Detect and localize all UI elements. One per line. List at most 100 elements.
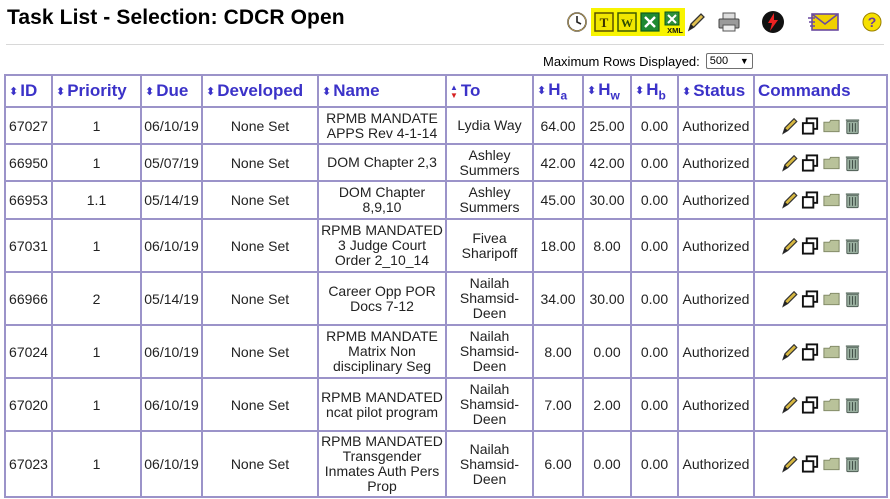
col-header-hw[interactable]: ⬍ Hw — [582, 74, 632, 108]
cell-priority: 1 — [51, 377, 142, 432]
max-rows-select[interactable]: 500 ▼ — [705, 53, 753, 69]
copy-icon[interactable] — [801, 342, 820, 362]
folder-icon[interactable] — [822, 454, 841, 474]
cell-id: 66953 — [4, 180, 53, 220]
xml-export-icon[interactable]: XML — [661, 8, 685, 36]
trash-icon[interactable] — [843, 342, 862, 362]
word-export-icon[interactable]: W — [616, 8, 638, 36]
edit-pencil-icon[interactable] — [780, 342, 799, 362]
cell-name-link[interactable]: RPMB MANDATE APPS Rev 4-1-14 — [317, 106, 447, 145]
cell-to-link-line: Ashley — [468, 184, 511, 200]
cell-to-link[interactable]: Fivea Sharipoff — [445, 218, 534, 273]
col-header-to[interactable]: ▲ ▼ To — [445, 74, 534, 108]
cell-name-link[interactable]: Career Opp POR Docs 7-12 — [317, 271, 447, 326]
cell-to-link[interactable]: Ashley Summers — [445, 180, 534, 220]
cell-ha: 6.00 — [532, 430, 584, 498]
folder-icon[interactable] — [822, 190, 841, 210]
edit-pencil-icon[interactable] — [780, 153, 799, 173]
printer-icon[interactable] — [717, 8, 741, 36]
folder-icon[interactable] — [822, 116, 841, 136]
folder-icon[interactable] — [822, 395, 841, 415]
col-header-ha[interactable]: ⬍ Ha — [532, 74, 584, 108]
excel-export-icon[interactable] — [639, 8, 661, 36]
cell-to-link[interactable]: Nailah Shamsid- Deen — [445, 271, 534, 326]
cell-name-link[interactable]: RPMB MANDATE Matrix Non disciplinary Seg — [317, 324, 447, 379]
trash-icon[interactable] — [843, 116, 862, 136]
folder-icon[interactable] — [822, 289, 841, 309]
toolbar: T W XML ? — [565, 8, 885, 36]
edit-pencil-icon[interactable] — [780, 289, 799, 309]
cell-id: 66950 — [4, 143, 53, 182]
email-icon[interactable] — [808, 8, 840, 36]
copy-icon[interactable] — [801, 116, 820, 136]
cell-name-link-line: APPS Rev 4-1-14 — [326, 124, 438, 141]
cell-name-link-line: RPMB MANDATED — [321, 388, 443, 405]
copy-icon[interactable] — [801, 395, 820, 415]
cell-name-link-line: Prop — [367, 478, 397, 494]
cell-name-link-line: 8,9,10 — [362, 199, 402, 215]
copy-icon[interactable] — [801, 236, 820, 256]
cell-name-link-line: RPMB MANDATED — [321, 222, 443, 238]
trash-icon[interactable] — [843, 236, 862, 256]
trash-icon[interactable] — [843, 190, 862, 210]
cell-developed: None Set — [201, 180, 319, 220]
col-header-priority[interactable]: ⬍ Priority — [51, 74, 142, 108]
cell-hb: 0.00 — [630, 180, 679, 220]
sort-icon: ⬍ — [206, 86, 216, 98]
trash-icon[interactable] — [843, 454, 862, 474]
emergency-icon[interactable] — [761, 8, 785, 36]
folder-icon[interactable] — [822, 153, 841, 173]
cell-due: 06/10/19 — [140, 430, 203, 498]
cell-name-link-line: Docs 7-12 — [350, 297, 414, 314]
col-header-name[interactable]: ⬍ Name — [317, 74, 447, 108]
cell-id: 67024 — [4, 324, 53, 379]
folder-icon[interactable] — [822, 342, 841, 362]
svg-text:XML: XML — [667, 26, 683, 34]
table-row: 66950 1 05/07/19 None Set DOM Chapter 2,3 Ash… — [4, 143, 888, 182]
col-header-hb[interactable]: ⬍ Hb — [630, 74, 679, 108]
col-header-id[interactable]: ⬍ ID — [4, 74, 53, 108]
col-header-developed[interactable]: ⬍ Developed — [201, 74, 319, 108]
clock-icon[interactable] — [565, 8, 589, 36]
help-icon[interactable]: ? — [861, 8, 883, 36]
cell-hb: 0.00 — [630, 271, 679, 326]
cell-name-link[interactable]: RPMB MANDATED Transgender Inmates Auth Per… — [317, 430, 447, 498]
sort-icon: ⬍ — [682, 86, 692, 98]
cell-priority: 2 — [51, 271, 142, 326]
cell-name-link[interactable]: DOM Chapter 2,3 — [317, 143, 447, 182]
cell-id: 67020 — [4, 377, 53, 432]
copy-icon[interactable] — [801, 289, 820, 309]
copy-icon[interactable] — [801, 153, 820, 173]
col-header-status[interactable]: ⬍ Status — [677, 74, 755, 108]
edit-pencil-icon[interactable] — [780, 236, 799, 256]
copy-icon[interactable] — [801, 190, 820, 210]
cell-name-link-line: Transgender — [342, 448, 422, 464]
cell-to-link-line: Summers — [459, 199, 520, 215]
cell-to-link-line: Deen — [472, 305, 507, 321]
cell-to-link-line: Deen — [472, 470, 507, 487]
cell-to-link[interactable]: Nailah Shamsid- Deen — [445, 430, 534, 498]
cell-developed: None Set — [201, 324, 319, 379]
cell-to-link[interactable]: Nailah Shamsid- Deen — [445, 324, 534, 379]
cell-to-link[interactable]: Nailah Shamsid- Deen — [445, 377, 534, 432]
edit-pencil-icon[interactable] — [780, 190, 799, 210]
cell-name-link[interactable]: RPMB MANDATED ncat pilot program — [317, 377, 447, 432]
cell-name-link[interactable]: DOM Chapter 8,9,10 — [317, 180, 447, 220]
folder-icon[interactable] — [822, 236, 841, 256]
trash-icon[interactable] — [843, 395, 862, 415]
trash-icon[interactable] — [843, 153, 862, 173]
text-export-icon[interactable]: T — [593, 8, 615, 36]
cell-to-link[interactable]: Lydia Way — [445, 106, 534, 145]
trash-icon[interactable] — [843, 289, 862, 309]
edit-pencil-icon[interactable] — [780, 395, 799, 415]
pencil-icon[interactable] — [686, 8, 706, 36]
cell-name-link[interactable]: RPMB MANDATED 3 Judge Court Order 2_10_14 — [317, 218, 447, 273]
edit-pencil-icon[interactable] — [780, 116, 799, 136]
cell-commands — [753, 143, 888, 182]
edit-pencil-icon[interactable] — [780, 454, 799, 474]
copy-icon[interactable] — [801, 454, 820, 474]
cell-to-link[interactable]: Ashley Summers — [445, 143, 534, 182]
cell-name-link-line: RPMB MANDATE — [326, 328, 438, 344]
cell-priority: 1 — [51, 430, 142, 498]
col-header-due[interactable]: ⬍ Due — [140, 74, 203, 108]
